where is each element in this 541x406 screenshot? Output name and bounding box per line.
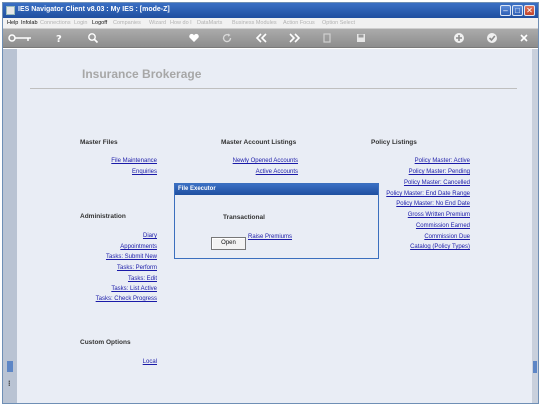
link-raise-premiums[interactable]: Raise Premiums — [248, 234, 292, 240]
back-icon[interactable] — [254, 32, 268, 44]
maximize-button[interactable]: □ — [512, 5, 523, 16]
section-administration: Administration — [80, 213, 126, 220]
link-appointments[interactable]: Appointments — [83, 244, 157, 250]
link-tasks-perform[interactable]: Tasks: Perform — [83, 265, 157, 271]
page-title: Insurance Brokerage — [82, 67, 202, 81]
menu-wizard[interactable]: Wizard — [149, 20, 166, 26]
link-local[interactable]: Local — [103, 359, 157, 365]
sidebar-grip-icon[interactable]: ⁝ — [8, 379, 11, 388]
dialog-body: Transactional Raise Premiums Open — [177, 197, 376, 256]
sidebar-tab-icon[interactable] — [7, 361, 13, 372]
left-sidebar: ⁝ — [3, 49, 17, 403]
menu-infolab[interactable]: Infolab — [21, 20, 38, 26]
forward-icon[interactable] — [288, 32, 302, 44]
app-icon — [6, 6, 15, 15]
file-executor-dialog: File Executor Transactional Raise Premiu… — [174, 183, 379, 259]
menu-bar: Help Infolab Connections Login Logoff Co… — [3, 18, 538, 29]
open-button[interactable]: Open — [211, 237, 246, 250]
section-policy-listings: Policy Listings — [371, 139, 417, 146]
link-policy-master-cancelled[interactable]: Policy Master: Cancelled — [371, 180, 470, 186]
link-tasks-submit-new[interactable]: Tasks: Submit New — [83, 254, 157, 260]
link-commission-earned[interactable]: Commission Earned — [371, 223, 470, 229]
menu-datamarts[interactable]: DataMarts — [197, 20, 222, 26]
link-diary[interactable]: Diary — [83, 233, 157, 239]
minimize-button[interactable]: – — [500, 5, 511, 16]
close-icon[interactable] — [518, 32, 530, 44]
menu-business-modules[interactable]: Business Modules — [232, 20, 277, 26]
section-transactional: Transactional — [223, 214, 265, 221]
link-tasks-list-active[interactable]: Tasks: List Active — [83, 286, 157, 292]
link-commission-due[interactable]: Commission Due — [371, 234, 470, 240]
window-title: IES Navigator Client v8.03 : My IES : [m… — [18, 6, 170, 13]
menu-help[interactable]: Help — [7, 20, 18, 26]
menu-connections[interactable]: Connections — [40, 20, 71, 26]
save-icon[interactable] — [355, 32, 367, 44]
key-icon[interactable] — [7, 32, 33, 44]
section-master-files: Master Files — [80, 139, 118, 146]
link-policy-master-end-date-range[interactable]: Policy Master: End Date Range — [371, 191, 470, 197]
menu-option-select[interactable]: Option Select — [322, 20, 355, 26]
link-policy-master-no-end-date[interactable]: Policy Master: No End Date — [371, 201, 470, 207]
menu-action-focus[interactable]: Action Focus — [283, 20, 315, 26]
link-gross-written-premium[interactable]: Gross Written Premium — [371, 212, 470, 218]
refresh-icon[interactable] — [221, 32, 233, 44]
menu-companies[interactable]: Companies — [113, 20, 141, 26]
link-policy-master-active[interactable]: Policy Master: Active — [371, 158, 470, 164]
title-divider — [30, 88, 517, 89]
copy-icon[interactable] — [321, 32, 333, 44]
heart-icon[interactable] — [188, 32, 200, 44]
link-active-accounts[interactable]: Active Accounts — [203, 169, 298, 175]
help-icon[interactable]: ? — [53, 32, 65, 45]
menu-logoff[interactable]: Logoff — [92, 20, 107, 26]
close-window-button[interactable]: ✕ — [524, 5, 535, 16]
open-button-label: Open — [221, 240, 236, 246]
link-file-maintenance[interactable]: File Maintenance — [93, 158, 157, 164]
toolbar: ? — [3, 29, 538, 48]
link-tasks-check-progress[interactable]: Tasks: Check Progress — [83, 296, 157, 302]
link-policy-master-pending[interactable]: Policy Master: Pending — [371, 169, 470, 175]
scroll-thumb[interactable] — [533, 361, 537, 373]
check-icon[interactable] — [486, 32, 498, 44]
section-master-account-listings: Master Account Listings — [221, 139, 297, 146]
menu-how-do-i[interactable]: How do I — [170, 20, 192, 26]
search-icon[interactable] — [87, 32, 99, 44]
section-custom-options: Custom Options — [80, 339, 131, 346]
menu-login[interactable]: Login — [74, 20, 87, 26]
dialog-title: File Executor — [175, 184, 378, 195]
link-tasks-edit[interactable]: Tasks: Edit — [83, 276, 157, 282]
right-scrollbar[interactable] — [532, 49, 538, 403]
svg-text:?: ? — [56, 34, 62, 44]
title-bar: IES Navigator Client v8.03 : My IES : [m… — [3, 3, 538, 18]
link-newly-opened-accounts[interactable]: Newly Opened Accounts — [203, 158, 298, 164]
link-catalog-policy-types[interactable]: Catalog (Policy Types) — [371, 244, 470, 250]
plus-icon[interactable] — [453, 32, 465, 44]
app-window: IES Navigator Client v8.03 : My IES : [m… — [2, 2, 539, 404]
link-enquiries[interactable]: Enquiries — [93, 169, 157, 175]
